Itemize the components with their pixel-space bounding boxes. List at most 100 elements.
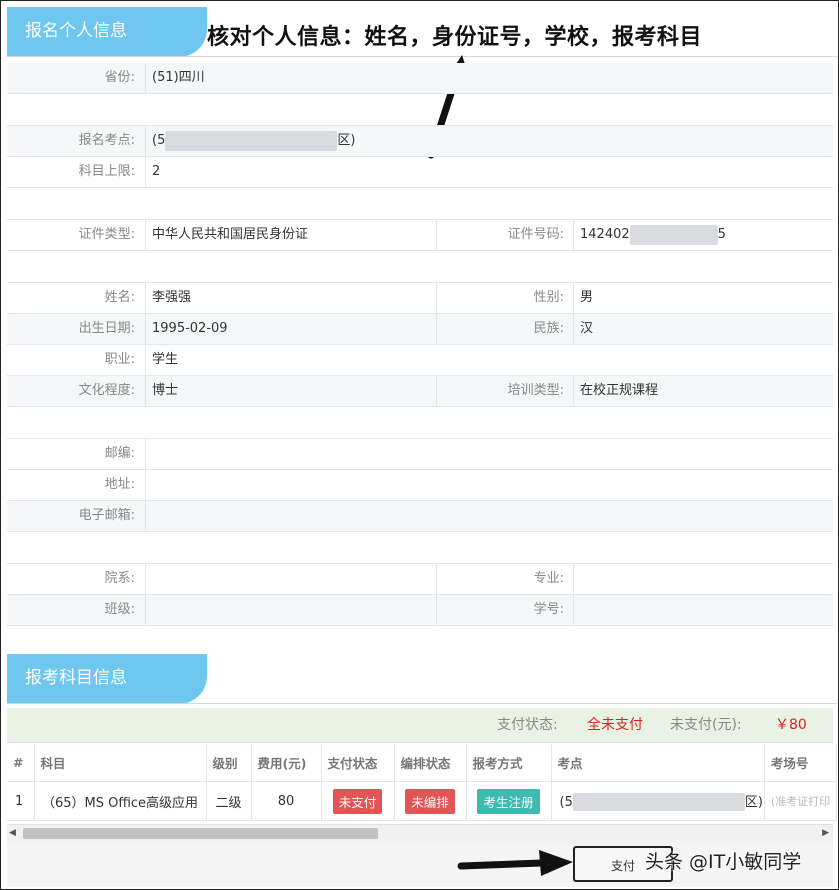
department-value bbox=[145, 564, 436, 594]
subject-limit-label: 科目上限: bbox=[78, 164, 135, 179]
scroll-left-icon[interactable]: ◀ bbox=[9, 828, 16, 838]
row-zip: 邮编: bbox=[7, 439, 833, 470]
major-label: 专业: bbox=[436, 564, 564, 594]
payment-summary: 支付状态: 全未支付 未支付(元): ￥80 bbox=[7, 708, 833, 743]
column-header: 考点 bbox=[551, 744, 765, 782]
row-spacer bbox=[7, 407, 833, 439]
training-type-label: 培训类型: bbox=[436, 376, 564, 406]
exam-site-cell: (5 区) bbox=[551, 781, 765, 821]
job-value: 学生 bbox=[145, 345, 833, 375]
column-header: 考场号 bbox=[764, 744, 837, 782]
table-row: 1 （65）MS Office高级应用 二级 80 未支付 未编排 考生注册 (… bbox=[7, 781, 837, 821]
subject-level: 二级 bbox=[206, 781, 252, 821]
id-number-value: 142402 5 bbox=[573, 220, 833, 250]
redacted-block bbox=[629, 224, 718, 245]
row-spacer bbox=[7, 94, 833, 126]
column-header: 报考方式 bbox=[466, 744, 552, 782]
exam-site-suffix: 区) bbox=[337, 133, 356, 148]
row-name: 姓名: 李强强 性别: 男 bbox=[7, 283, 833, 314]
subjects-table: # 科目 级别 费用(元) 支付状态 编排状态 报考方式 考点 考场号 1 （6… bbox=[7, 744, 837, 821]
gender-label: 性别: bbox=[436, 283, 564, 313]
name-label: 姓名: bbox=[104, 290, 135, 305]
footer-bar: 支付 头条 @IT小敏同学 bbox=[7, 843, 833, 887]
unpaid-value: ￥80 bbox=[775, 717, 807, 733]
row-class: 班级: 学号: bbox=[7, 595, 833, 626]
subject-limit-value: 2 bbox=[145, 157, 833, 187]
student-no-value bbox=[573, 595, 833, 625]
scroll-right-icon[interactable]: ▶ bbox=[822, 828, 829, 838]
student-no-label: 学号: bbox=[436, 595, 564, 625]
subject-fee: 80 bbox=[251, 781, 322, 821]
row-department: 院系: 专业: bbox=[7, 564, 833, 595]
unpaid-label: 未支付(元): bbox=[670, 717, 742, 733]
id-number-label: 证件号码: bbox=[436, 220, 564, 250]
education-label: 文化程度: bbox=[78, 383, 135, 398]
email-value bbox=[145, 501, 833, 531]
gender-value: 男 bbox=[573, 283, 833, 313]
exam-site-prefix: (5 bbox=[559, 794, 573, 810]
id-number-prefix: 142402 bbox=[580, 227, 630, 242]
zip-value bbox=[145, 439, 833, 469]
class-value bbox=[145, 595, 436, 625]
scrollbar-thumb[interactable] bbox=[23, 828, 378, 839]
horizontal-scrollbar[interactable]: ◀ ▶ bbox=[7, 824, 833, 843]
province-value: (51)四川 bbox=[145, 63, 833, 93]
row-subject-limit: 科目上限: 2 bbox=[7, 157, 833, 188]
row-id: 证件类型: 中华人民共和国居民身份证 证件号码: 142402 5 bbox=[7, 220, 833, 251]
personal-info-table: 省份: (51)四川 报名考点: (5 区) 科目上限: 2 证件类型: 中华人民… bbox=[7, 63, 833, 626]
row-province: 省份: (51)四川 bbox=[7, 63, 833, 94]
id-type-label: 证件类型: bbox=[78, 227, 135, 242]
row-spacer bbox=[7, 251, 833, 283]
training-type-value: 在校正规课程 bbox=[573, 376, 833, 406]
pay-status-cell: 未支付 bbox=[321, 781, 395, 821]
room-number: (准考证打印 bbox=[764, 781, 837, 821]
exam-site-suffix: 区) bbox=[744, 794, 763, 810]
id-number-suffix: 5 bbox=[717, 227, 726, 242]
address-value bbox=[145, 470, 833, 500]
row-exam-site: 报名考点: (5 区) bbox=[7, 126, 833, 157]
province-label: 省份: bbox=[104, 70, 135, 85]
arrange-status-cell: 未编排 bbox=[394, 781, 467, 821]
exam-site-label: 报名考点: bbox=[78, 133, 135, 148]
redacted-block bbox=[572, 793, 745, 812]
name-value: 李强强 bbox=[145, 283, 436, 313]
row-spacer bbox=[7, 532, 833, 564]
right-arrow-annotation-icon bbox=[457, 850, 573, 876]
personal-info-tab: 报名个人信息 bbox=[7, 7, 207, 57]
column-header: 费用(元) bbox=[251, 744, 322, 782]
birth-value: 1995-02-09 bbox=[145, 314, 436, 344]
row-spacer bbox=[7, 188, 833, 220]
column-header: 支付状态 bbox=[321, 744, 395, 782]
ethnic-value: 汉 bbox=[573, 314, 833, 344]
exam-site-prefix: (5 bbox=[152, 133, 166, 148]
column-header: # bbox=[7, 744, 35, 782]
major-value bbox=[573, 564, 833, 594]
registration-page: 报名个人信息 核对个人信息：姓名，身份证号，学校，报考科目 省份: (51)四川… bbox=[0, 0, 839, 890]
row-birth: 出生日期: 1995-02-09 民族: 汉 bbox=[7, 314, 833, 345]
row-index: 1 bbox=[7, 781, 35, 821]
pay-status-label: 支付状态: bbox=[497, 717, 558, 733]
method-cell: 考生注册 bbox=[466, 781, 552, 821]
arrange-status-badge: 未编排 bbox=[405, 788, 455, 814]
department-label: 院系: bbox=[104, 571, 135, 586]
section-divider bbox=[7, 703, 837, 704]
row-address: 地址: bbox=[7, 470, 833, 501]
table-header-row: # 科目 级别 费用(元) 支付状态 编排状态 报考方式 考点 考场号 bbox=[7, 744, 837, 782]
address-label: 地址: bbox=[104, 477, 135, 492]
redacted-block bbox=[165, 130, 338, 151]
subjects-tab: 报考科目信息 bbox=[7, 654, 207, 704]
pay-status-badge: 未支付 bbox=[332, 788, 383, 814]
zip-label: 邮编: bbox=[104, 446, 135, 461]
job-label: 职业: bbox=[104, 352, 135, 367]
subjects-header: 报考科目信息 bbox=[7, 654, 837, 704]
id-type-value: 中华人民共和国居民身份证 bbox=[145, 220, 436, 250]
row-email: 电子邮箱: bbox=[7, 501, 833, 532]
row-job: 职业: 学生 bbox=[7, 345, 833, 376]
column-header: 级别 bbox=[206, 744, 252, 782]
ethnic-label: 民族: bbox=[436, 314, 564, 344]
pay-status-value: 全未支付 bbox=[587, 717, 643, 733]
method-badge: 考生注册 bbox=[477, 788, 540, 814]
watermark-text: 头条 @IT小敏同学 bbox=[645, 851, 802, 873]
class-label: 班级: bbox=[104, 602, 135, 617]
exam-site-value: (5 区) bbox=[145, 126, 833, 156]
